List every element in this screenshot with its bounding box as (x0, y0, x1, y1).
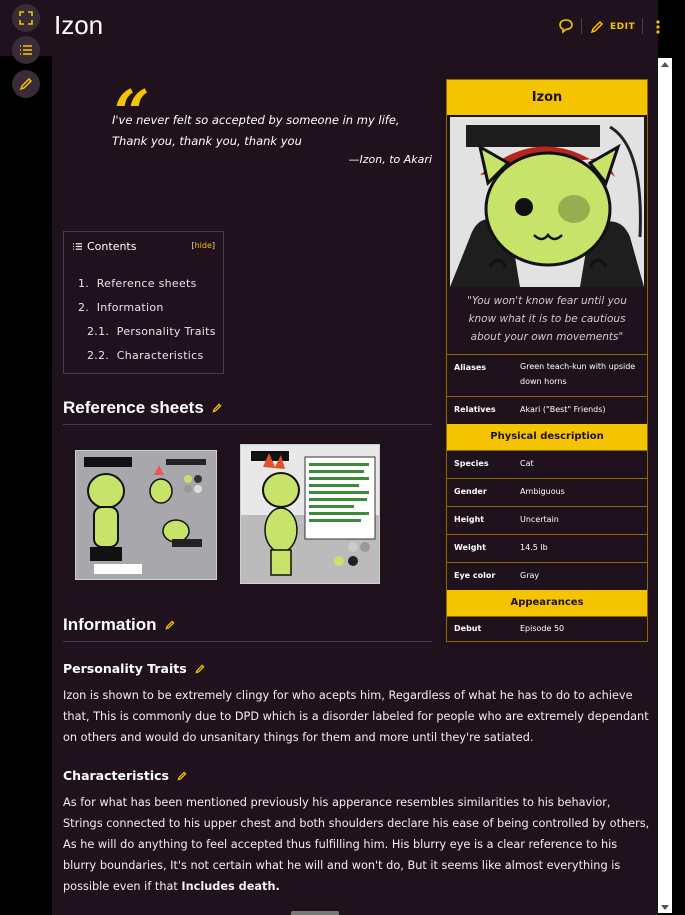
characteristics-paragraph: As for what has been mentioned previousl… (63, 796, 650, 893)
infobox-row-height: Height Uncertain (447, 506, 647, 534)
pencil-icon (19, 77, 33, 91)
list-icon (73, 243, 82, 250)
infobox-title: Izon (447, 80, 647, 115)
reference-sheet-image-1[interactable] (75, 450, 217, 580)
section-divider (63, 424, 432, 425)
toc-item-characteristics[interactable]: 2.2. Characteristics (87, 349, 204, 362)
side-rail-shadow (0, 56, 52, 915)
infobox-section-physical: Physical description (447, 424, 647, 450)
section-heading-information: Information (63, 615, 175, 635)
personality-paragraph: Izon is shown to be extremely clingy for… (63, 689, 649, 744)
character-infobox: Izon "You won't know fear until you know… (446, 79, 648, 642)
scroll-up-arrow[interactable] (661, 62, 669, 67)
character-portrait[interactable] (450, 117, 644, 287)
infobox-row-eye-color: Eye color Gray (447, 562, 647, 590)
toc-item-personality-traits[interactable]: 2.1. Personality Traits (87, 325, 216, 338)
section-heading-reference-sheets: Reference sheets (63, 398, 222, 418)
toc-hide-toggle[interactable]: [hide] (191, 241, 215, 250)
reference-sheet-image-2[interactable] (240, 444, 380, 584)
toc-toggle-button[interactable] (12, 36, 40, 64)
expand-icon (19, 11, 33, 25)
pencil-icon[interactable] (195, 664, 205, 674)
pencil-icon (590, 20, 604, 34)
subsection-heading-personality-traits: Personality Traits (63, 661, 205, 676)
expand-button[interactable] (12, 4, 40, 32)
infobox-section-appearances: Appearances (447, 590, 647, 616)
infobox-row-debut: Debut Episode 50 (447, 616, 647, 642)
header-divider (581, 18, 582, 34)
bottom-scroll-indicator (291, 911, 339, 915)
scrollbar[interactable] (658, 58, 672, 913)
toc-heading: Contents (73, 240, 136, 253)
subsection-heading-characteristics: Characteristics (63, 768, 187, 783)
scroll-down-arrow[interactable] (661, 905, 669, 910)
infobox-row-relatives: Relatives Akari ("Best" Friends) (447, 396, 647, 424)
pencil-icon[interactable] (177, 771, 187, 781)
list-icon (20, 45, 32, 55)
infobox-caption: "You won't know fear until you know what… (467, 295, 627, 343)
edit-side-button[interactable] (12, 70, 40, 98)
pencil-icon[interactable] (212, 403, 222, 413)
quote-text: I've never felt so accepted by someone i… (112, 113, 400, 148)
comment-icon[interactable] (558, 18, 574, 34)
infobox-row-species: Species Cat (447, 450, 647, 478)
toc-item-information[interactable]: 2. Information (78, 301, 164, 314)
page-title: Izon (54, 10, 104, 40)
section-divider (63, 641, 432, 642)
infobox-row-aliases: Aliases Green teach-kun with upside down… (447, 354, 647, 396)
quote-attribution: —Izon, to Akari (348, 153, 432, 166)
header-divider (642, 18, 643, 34)
infobox-row-gender: Gender Ambiguous (447, 478, 647, 506)
toc-item-reference-sheets[interactable]: 1. Reference sheets (78, 277, 197, 290)
edit-button[interactable]: EDIT (590, 20, 635, 34)
pencil-icon[interactable] (164, 620, 175, 630)
edit-label: EDIT (610, 22, 636, 32)
infobox-row-weight: Weight 14.5 lb (447, 534, 647, 562)
kebab-icon[interactable] (654, 20, 662, 34)
table-of-contents: Contents [hide] 1. Reference sheets 2. I… (63, 231, 224, 374)
